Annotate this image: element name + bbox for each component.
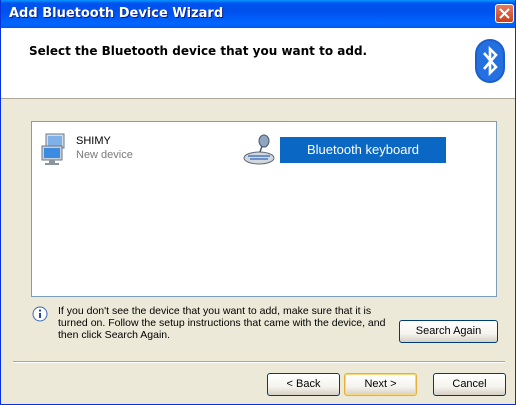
device-name: Bluetooth keyboard <box>280 137 446 163</box>
bluetooth-logo-icon <box>475 39 505 83</box>
info-message: If you don't see the device that you wan… <box>58 305 386 341</box>
computer-icon <box>41 133 65 165</box>
window-title: Add Bluetooth Device Wizard <box>9 6 224 21</box>
next-button[interactable]: Next > <box>344 373 417 396</box>
device-list[interactable]: SHIMY New device Bluetooth keyboard <box>31 121 497 297</box>
title-bar[interactable]: Add Bluetooth Device Wizard <box>1 0 515 28</box>
device-status: New device <box>76 149 133 161</box>
wizard-header: Select the Bluetooth device that you wan… <box>1 28 515 99</box>
divider <box>13 361 505 363</box>
device-item-bluetooth-keyboard[interactable]: Bluetooth keyboard <box>242 132 452 166</box>
wizard-window: Add Bluetooth Device Wizard Select the B… <box>0 0 516 405</box>
search-again-button[interactable]: Search Again <box>399 320 498 343</box>
device-name: SHIMY <box>76 135 111 147</box>
back-button[interactable]: < Back <box>267 373 340 396</box>
keyboard-icon <box>243 134 275 165</box>
info-icon <box>32 306 48 322</box>
device-item-shimy[interactable]: SHIMY New device <box>38 132 198 166</box>
page-title: Select the Bluetooth device that you wan… <box>29 44 368 58</box>
cancel-button[interactable]: Cancel <box>433 373 506 396</box>
close-button[interactable] <box>495 4 514 23</box>
close-icon <box>499 8 510 19</box>
